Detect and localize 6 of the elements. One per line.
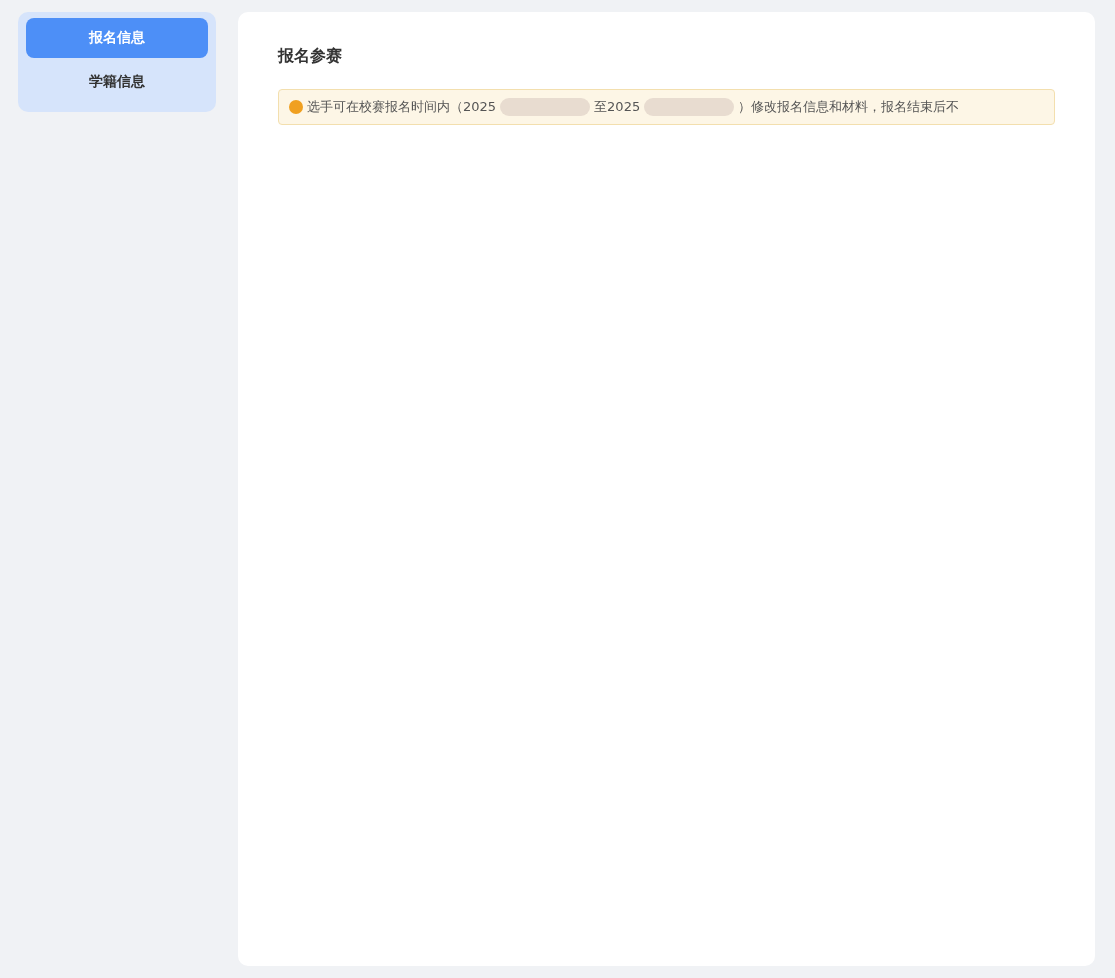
notice-text: 选手可在校赛报名时间内（2025 (307, 98, 497, 116)
sidebar-tab[interactable]: 学籍信息 (26, 62, 208, 102)
notice-text: 至2025 (594, 98, 641, 116)
notice-text: ）修改报名信息和材料，报名结束后不 (738, 98, 960, 116)
warning-icon (289, 100, 303, 114)
section-title: 报名参赛 (278, 46, 343, 67)
